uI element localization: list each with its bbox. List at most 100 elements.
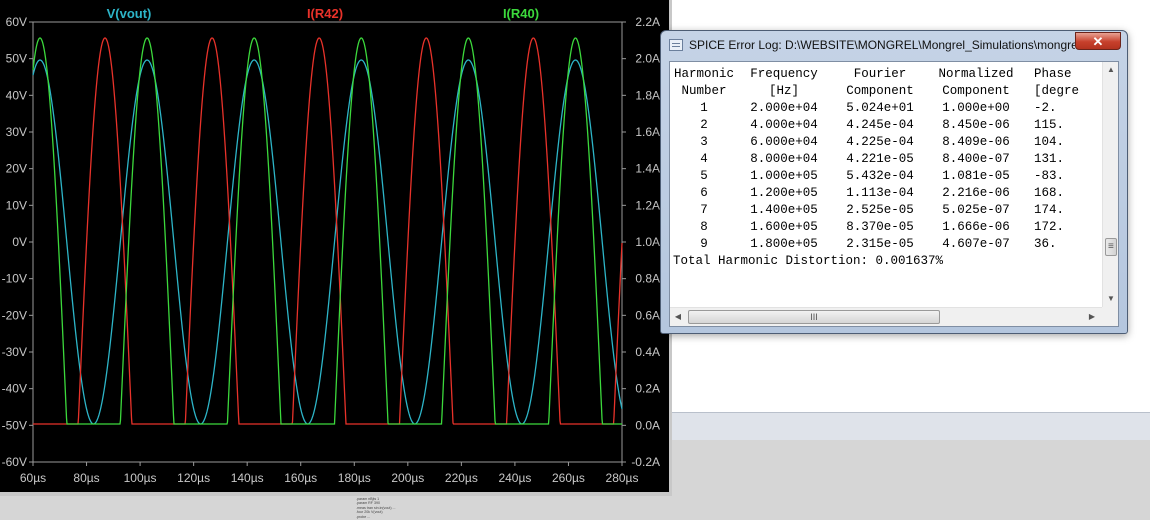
normalized-cell: 8.400e-07 [942, 152, 1010, 166]
right-axis-label: 1.4A [635, 162, 660, 176]
right-axis-label: 2.2A [635, 15, 660, 29]
col-header-component: Component [846, 84, 914, 98]
right-axis-label: 1.6A [635, 125, 660, 139]
normalized-cell: 8.450e-06 [942, 118, 1010, 132]
frequency-cell: 1.600e+05 [750, 220, 818, 234]
left-axis-label: -20V [2, 308, 27, 322]
phase-cell: -83. [1034, 169, 1065, 183]
harmonic-number: 3 [700, 135, 708, 149]
right-axis-label: 0.0A [635, 418, 660, 432]
frequency-cell: 1.000e+05 [750, 169, 818, 183]
horizontal-scroll-thumb[interactable]: III [688, 310, 940, 324]
harmonic-number: 5 [700, 169, 708, 183]
fourier-cell: 2.525e-05 [846, 203, 914, 217]
col-header-frequency: Frequency [750, 67, 818, 81]
col-header-normalized: Normalized [938, 67, 1014, 81]
col-header-component: Component [942, 84, 1010, 98]
table-row: 1 2.000e+04 5.024e+01 1.000e+00 -2. [672, 100, 1102, 117]
bottom-axis-label: 220µs [445, 471, 478, 485]
scroll-up-icon[interactable]: ▲ [1103, 62, 1118, 78]
normalized-cell: 5.025e-07 [942, 203, 1010, 217]
window-title: SPICE Error Log: D:\WEBSITE\MONGREL\Mong… [689, 38, 1075, 52]
fourier-cell: 8.370e-05 [846, 220, 914, 234]
left-axis-label: -30V [2, 345, 27, 359]
bottom-axis-label: 280µs [606, 471, 639, 485]
frequency-cell: 1.200e+05 [750, 186, 818, 200]
scroll-left-icon[interactable]: ◀ [670, 308, 686, 326]
vertical-scroll-thumb[interactable] [1105, 238, 1117, 256]
trace-label[interactable]: V(vout) [107, 6, 152, 21]
trace-label[interactable]: I(R42) [307, 6, 343, 21]
bottom-axis-label: 240µs [498, 471, 531, 485]
left-axis-label: 20V [6, 162, 27, 176]
right-axis-label: -0.2A [631, 455, 660, 469]
left-axis-label: 30V [6, 125, 27, 139]
table-header-row: Number [Hz] Component Component [degre [672, 83, 1102, 100]
phase-cell: 174. [1034, 203, 1065, 217]
fourier-cell: 1.113e-04 [846, 186, 914, 200]
close-button[interactable]: ✕ [1075, 32, 1121, 50]
harmonic-number: 1 [700, 101, 708, 115]
harmonic-number: 6 [700, 186, 708, 200]
col-header-phase: Phase [1034, 67, 1072, 81]
spice-directives[interactable]: .param nBjts 1 .param RF 390 .meas tran … [356, 497, 476, 520]
left-axis-label: 50V [6, 52, 27, 66]
phase-cell: 115. [1034, 118, 1065, 132]
normalized-cell: 1.000e+00 [942, 101, 1010, 115]
right-axis-label: 0.6A [635, 308, 660, 322]
bottom-axis-label: 140µs [231, 471, 264, 485]
normalized-cell: 8.409e-06 [942, 135, 1010, 149]
right-axis-label: 1.8A [635, 88, 660, 102]
horizontal-scrollbar[interactable]: ◀ III ▶ [670, 307, 1118, 326]
thd-result: Total Harmonic Distortion: 0.001637% [673, 254, 944, 268]
phase-cell: 104. [1034, 135, 1065, 149]
title-bar[interactable]: SPICE Error Log: D:\WEBSITE\MONGREL\Mong… [661, 31, 1127, 59]
right-axis-label: 0.4A [635, 345, 660, 359]
waveform-plot[interactable]: 60V 50V 40V 30V 20V 10V 0V -10V -20V -30V -40V -50V… [0, 0, 669, 492]
scroll-down-icon[interactable]: ▼ [1103, 291, 1118, 307]
harmonic-number: 2 [700, 118, 708, 132]
fourier-table: Harmonic Frequency Fourier Normalized Ph… [672, 66, 1102, 306]
bottom-axis-label: 180µs [338, 471, 371, 485]
table-row: 3 6.000e+04 4.225e-04 8.409e-06 104. [672, 134, 1102, 151]
right-axis-label: 0.2A [635, 382, 660, 396]
window-icon [669, 39, 683, 51]
table-row: 7 1.400e+05 2.525e-05 5.025e-07 174. [672, 202, 1102, 219]
directive-line: .probe ... [356, 514, 371, 519]
frequency-cell: 1.800e+05 [750, 237, 818, 251]
left-axis-label: 40V [6, 88, 27, 102]
log-text-area[interactable]: Harmonic Frequency Fourier Normalized Ph… [669, 61, 1119, 327]
table-row: 2 4.000e+04 4.245e-04 8.450e-06 115. [672, 117, 1102, 134]
normalized-cell: 4.607e-07 [942, 237, 1010, 251]
phase-cell: 36. [1034, 237, 1057, 251]
desktop-strip [672, 412, 1150, 441]
left-axis-label: -60V [2, 455, 27, 469]
right-axis-label: 0.8A [635, 272, 660, 286]
left-axis-label: 0V [12, 235, 27, 249]
frequency-cell: 2.000e+04 [750, 101, 818, 115]
col-header-harmonic: Harmonic [673, 67, 734, 81]
col-header-hz: [Hz] [768, 84, 799, 98]
waveform-viewer[interactable]: 60V 50V 40V 30V 20V 10V 0V -10V -20V -30V -40V -50V… [0, 0, 672, 496]
table-row: 6 1.200e+05 1.113e-04 2.216e-06 168. [672, 185, 1102, 202]
fourier-cell: 5.432e-04 [846, 169, 914, 183]
bottom-axis-label: 120µs [177, 471, 210, 485]
col-header-number: Number [681, 84, 727, 98]
harmonic-number: 9 [700, 237, 708, 251]
fourier-cell: 4.245e-04 [846, 118, 914, 132]
harmonic-number: 8 [700, 220, 708, 234]
table-row: 4 8.000e+04 4.221e-05 8.400e-07 131. [672, 151, 1102, 168]
bottom-axis-label: 100µs [124, 471, 157, 485]
vertical-scrollbar[interactable]: ▲ ▼ [1102, 62, 1118, 307]
trace-label[interactable]: I(R40) [503, 6, 539, 21]
bottom-axis-label: 160µs [284, 471, 317, 485]
table-row: 8 1.600e+05 8.370e-05 1.666e-06 172. [672, 219, 1102, 236]
spice-error-log-window[interactable]: SPICE Error Log: D:\WEBSITE\MONGREL\Mong… [660, 30, 1128, 334]
harmonic-number: 7 [700, 203, 708, 217]
scroll-right-icon[interactable]: ▶ [1084, 308, 1100, 326]
trace-vout[interactable] [32, 59, 623, 425]
frequency-cell: 1.400e+05 [750, 203, 818, 217]
phase-cell: 172. [1034, 220, 1065, 234]
frequency-cell: 6.000e+04 [750, 135, 818, 149]
phase-cell: 168. [1034, 186, 1065, 200]
